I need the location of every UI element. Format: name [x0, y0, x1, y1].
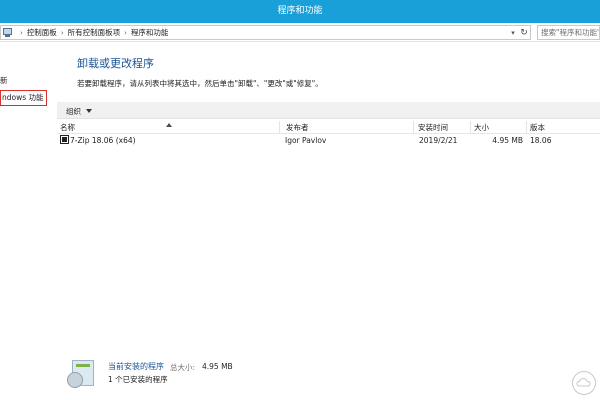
footer-program-count: 1 个已安装的程序 [108, 375, 168, 384]
column-header-version[interactable]: 版本 [527, 121, 600, 134]
address-bar[interactable]: › 控制面板 › 所有控制面板项 › 程序和功能 ▾ ↻ [0, 25, 531, 40]
footer-title: 当前安装的程序 [108, 362, 164, 371]
page-instructions: 若要卸载程序，请从列表中将其选中，然后单击"卸载"、"更改"或"修复"。 [77, 79, 323, 88]
window-title: 程序和功能 [277, 6, 323, 16]
organize-label: 组织 [66, 107, 81, 116]
left-pane: 新 ndows 功能 [0, 42, 57, 400]
control-panel-icon [3, 28, 13, 37]
address-row: › 控制面板 › 所有控制面板项 › 程序和功能 ▾ ↻ 搜索"程序和功能" [0, 23, 600, 42]
breadcrumb-programs-features[interactable]: 程序和功能 [131, 27, 169, 38]
7zip-icon [60, 135, 69, 144]
organize-button[interactable]: 组织 [66, 106, 92, 117]
breadcrumb-control-panel[interactable]: 控制面板 [27, 27, 57, 38]
chevron-down-icon[interactable]: ▾ [508, 29, 518, 37]
page-title: 卸载或更改程序 [77, 57, 154, 70]
table-row[interactable]: 7-Zip 18.06 (x64) Igor Pavlov 2019/2/21 … [57, 135, 600, 147]
row-version: 18.06 [530, 136, 552, 145]
program-name: 7-Zip 18.06 (x64) [70, 136, 136, 145]
chevron-right-icon[interactable]: › [61, 29, 64, 37]
sort-ascending-icon [166, 123, 172, 127]
column-header-publisher[interactable]: 发布者 [283, 121, 414, 134]
row-size: 4.95 MB [492, 136, 523, 145]
left-link-updates[interactable]: 新 [0, 75, 8, 86]
installed-programs-icon [67, 360, 94, 390]
footer-total-label: 总大小: [170, 363, 196, 372]
details-footer: 当前安装的程序 总大小: 4.95 MB 1 个已安装的程序 [57, 355, 600, 393]
chevron-right-icon[interactable]: › [20, 29, 23, 37]
chevron-right-icon[interactable]: › [124, 29, 127, 37]
row-installed: 2019/2/21 [419, 136, 458, 145]
dropdown-arrow-icon [86, 109, 92, 113]
column-header-size[interactable]: 大小 [471, 121, 527, 134]
column-header-installed[interactable]: 安装时间 [415, 121, 471, 134]
footer-total-size: 4.95 MB [202, 362, 233, 371]
window-titlebar: 程序和功能 [0, 0, 600, 23]
cloud-logo-icon [572, 371, 596, 395]
column-headers: 名称 发布者 安装时间 大小 版本 [57, 121, 600, 134]
row-name-cell: 7-Zip 18.06 (x64) [60, 135, 136, 147]
search-input[interactable]: 搜索"程序和功能" [537, 25, 600, 40]
refresh-icon[interactable]: ↻ [518, 28, 530, 38]
left-link-windows-features[interactable]: ndows 功能 [0, 90, 47, 106]
command-toolbar: 组织 [57, 102, 600, 119]
row-publisher: Igor Pavlov [285, 136, 327, 145]
breadcrumb-all-items[interactable]: 所有控制面板项 [68, 27, 121, 38]
